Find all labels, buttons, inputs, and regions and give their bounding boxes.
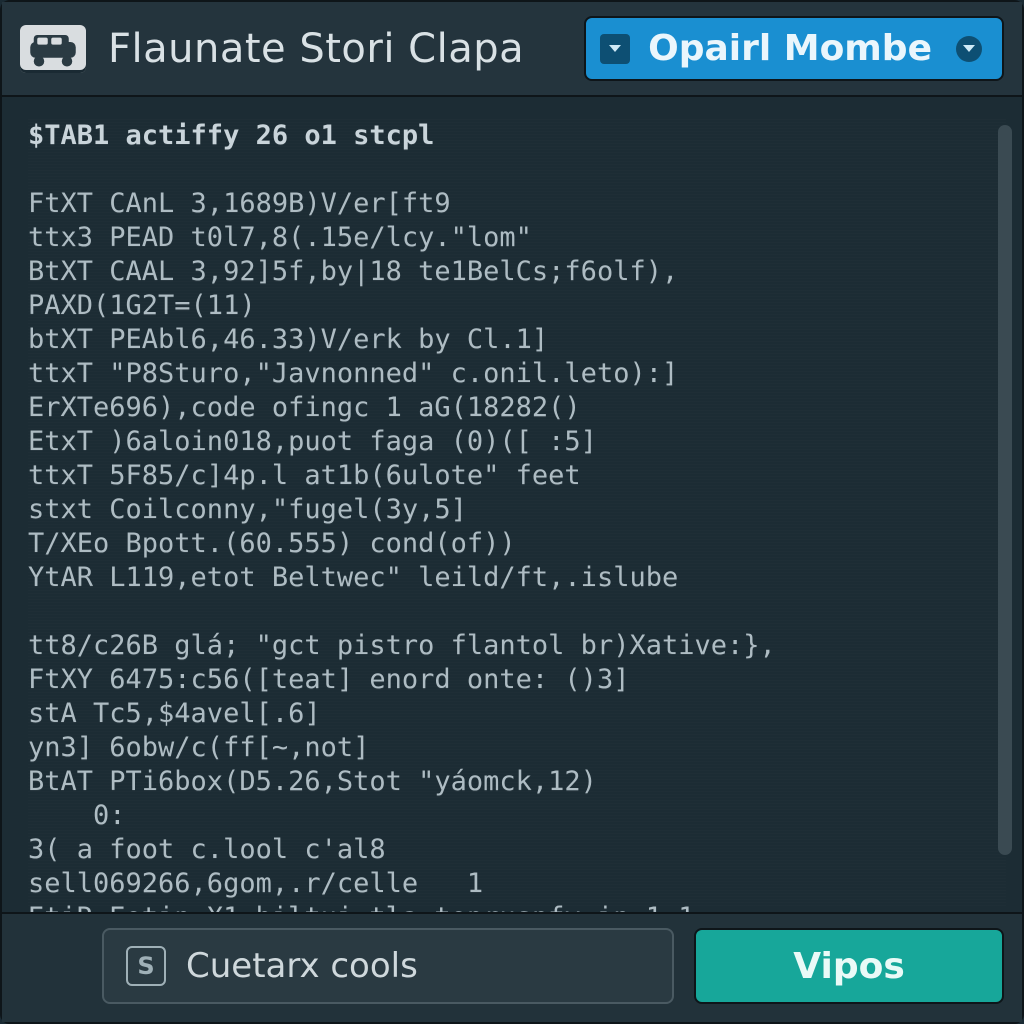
mode-dropdown[interactable]: Opairl Mombe — [584, 16, 1004, 81]
footer-bar: S Cuetarx cools Vipos — [2, 912, 1022, 1022]
terminal-line: BtAT PTi6box(D5.26,Stot "yáomck,12) — [28, 765, 1006, 799]
terminal-line: PAXD(1G2T=(11) — [28, 289, 1006, 323]
terminal-line: EtxT )6aloin018,puot faga (0)([ :5] — [28, 425, 1006, 459]
terminal-line: BtXT CAAL 3,92]5f,by|18 te1BelCs;f6olf), — [28, 255, 1006, 289]
chevron-down-icon — [600, 34, 630, 64]
terminal-line: $TAB1 actiffy 26 o1 stcpl — [28, 119, 1006, 153]
tool-icon: S — [126, 946, 166, 986]
terminal-line — [28, 153, 1006, 187]
terminal-line: stxt Coilconny,"fugel(3y,5] — [28, 493, 1006, 527]
terminal-line: ttxT 5F85/c]4p.l at1b(6ulote" feet — [28, 459, 1006, 493]
terminal-line: ErXTe696),code ofingc 1 aG(18282() — [28, 391, 1006, 425]
app-window: Flaunate Stori Clapa Opairl Mombe $TAB1 … — [0, 0, 1024, 1024]
terminal-line: sell069266,6gom,.r/celle 1 — [28, 867, 1006, 901]
dropdown-label: Opairl Mombe — [648, 28, 932, 69]
terminal-line: btXT PEAbl6,46.33)V/erk by Cl.1] — [28, 323, 1006, 357]
terminal-line: stA Tc5,$4avel[.6] — [28, 697, 1006, 731]
terminal-line: FtXY 6475:c56([teat] enord onte: ()3] — [28, 663, 1006, 697]
chevron-down-icon — [956, 36, 982, 62]
terminal-line: yn3] 6obw/c(ff[~,not] — [28, 731, 1006, 765]
header-left: Flaunate Stori Clapa — [20, 25, 524, 73]
terminal-line: ttx3 PEAD t0l7,8(.15e/lcy."lom" — [28, 221, 1006, 255]
tools-button[interactable]: S Cuetarx cools — [102, 928, 674, 1004]
terminal-line: tt8/c26B glá; "gct pistro flantol br)Xat… — [28, 629, 1006, 663]
tools-label: Cuetarx cools — [186, 946, 418, 986]
terminal-output[interactable]: $TAB1 actiffy 26 o1 stcpl FtXT CAnL 3,16… — [28, 119, 1006, 906]
terminal-line: EtiR Eotin.X1 biltui tla toprusnfy in 1.… — [28, 901, 1006, 912]
terminal-line — [28, 595, 1006, 629]
scrollbar[interactable] — [998, 125, 1012, 855]
primary-label: Vipos — [793, 946, 905, 987]
terminal-line: FtXT CAnL 3,1689B)V/er[ft9 — [28, 187, 1006, 221]
terminal-line: T/XEo Bpott.(60.555) cond(of)) — [28, 527, 1006, 561]
terminal-area: $TAB1 actiffy 26 o1 stcpl FtXT CAnL 3,16… — [2, 97, 1022, 912]
terminal-line: 3( a foot c.lool c'al8 — [28, 833, 1006, 867]
terminal-line: 0: — [28, 799, 1006, 833]
primary-button[interactable]: Vipos — [694, 928, 1004, 1004]
terminal-line: ttxT "P8Sturo,"Javnonned" c.onil.leto):] — [28, 357, 1006, 391]
tool-icon-glyph: S — [137, 952, 154, 980]
app-icon — [20, 25, 86, 73]
app-title: Flaunate Stori Clapa — [108, 26, 524, 72]
header-bar: Flaunate Stori Clapa Opairl Mombe — [2, 2, 1022, 97]
terminal-line: YtAR L119,etot Beltwec" leild/ft,.islube — [28, 561, 1006, 595]
